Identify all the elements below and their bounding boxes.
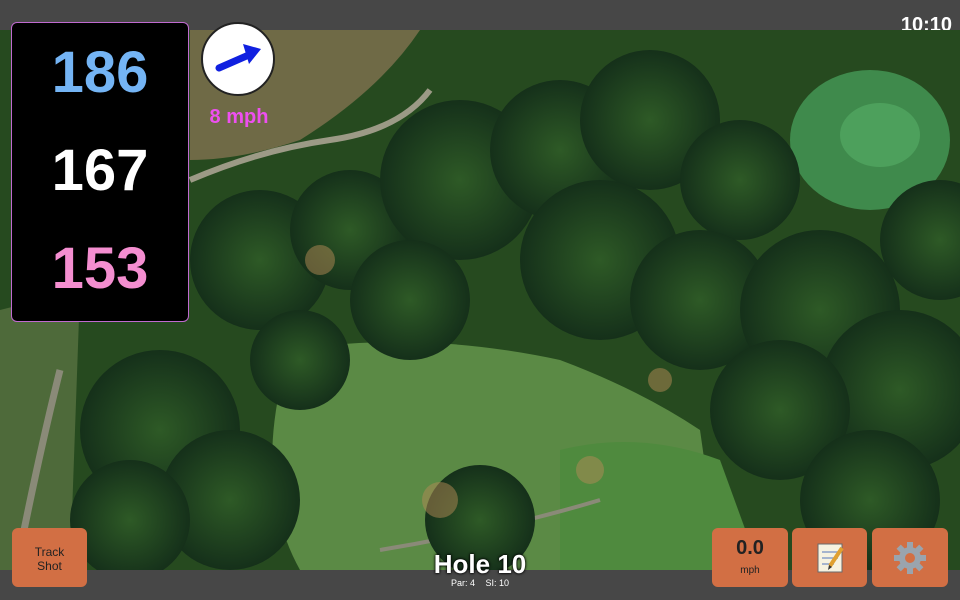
gear-icon xyxy=(894,542,926,574)
si-label: SI: 10 xyxy=(485,578,510,588)
par-label: Par: 4 xyxy=(450,578,475,588)
settings-button[interactable] xyxy=(872,528,948,587)
wind-arrow-icon xyxy=(215,44,261,72)
wind-speed: 8 mph xyxy=(209,106,269,128)
front-distance: 153 xyxy=(51,236,149,301)
speed-value: 0.0 xyxy=(736,537,764,559)
hole-title: Hole 10 xyxy=(433,549,527,579)
notepad-icon xyxy=(817,543,844,573)
speed-unit: mph xyxy=(740,565,760,576)
hole-info: Par: 4 SI: 10 xyxy=(380,578,580,588)
notes-button[interactable] xyxy=(792,528,867,587)
track-shot-button[interactable]: Track Shot xyxy=(12,528,87,587)
back-distance: 186 xyxy=(51,40,149,105)
speed-button[interactable]: 0.0 mph xyxy=(712,528,788,587)
middle-distance: 167 xyxy=(51,138,149,203)
track-shot-label-line2: Shot xyxy=(37,559,62,573)
distance-panel: 186 167 153 xyxy=(11,22,189,322)
wind-indicator xyxy=(201,22,275,96)
track-shot-label-line1: Track xyxy=(34,545,65,559)
